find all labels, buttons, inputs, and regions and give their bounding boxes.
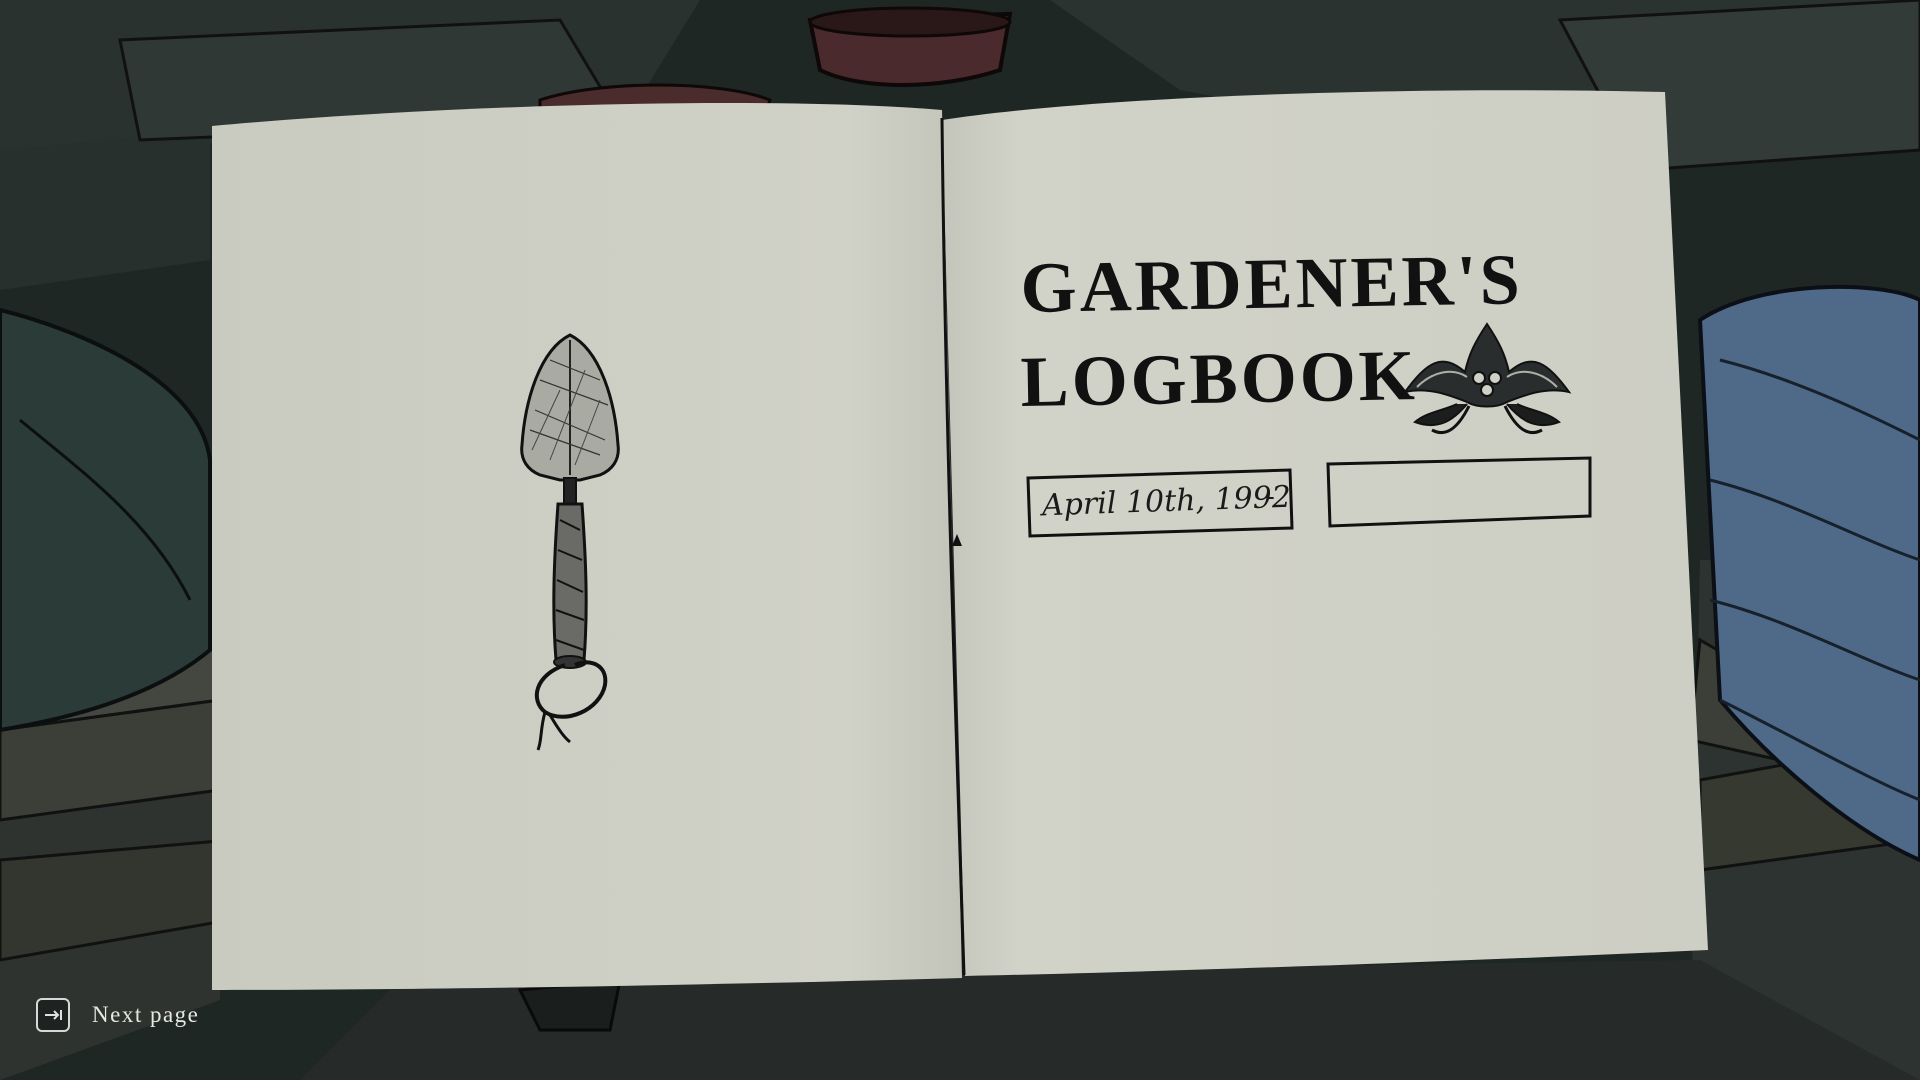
date-separator: - [1266,482,1275,512]
next-page-prompt[interactable]: Next page [36,998,199,1032]
date-end-text [1330,470,1580,520]
next-page-label: Next page [92,1002,200,1027]
logbook [212,90,1708,991]
right-page [942,90,1708,977]
tab-key-icon[interactable] [36,998,70,1032]
logbook-title-line2: LOGBOOK [1019,335,1419,422]
left-page [212,103,962,991]
logbook-title-line1: GARDENER'S [1019,239,1524,328]
